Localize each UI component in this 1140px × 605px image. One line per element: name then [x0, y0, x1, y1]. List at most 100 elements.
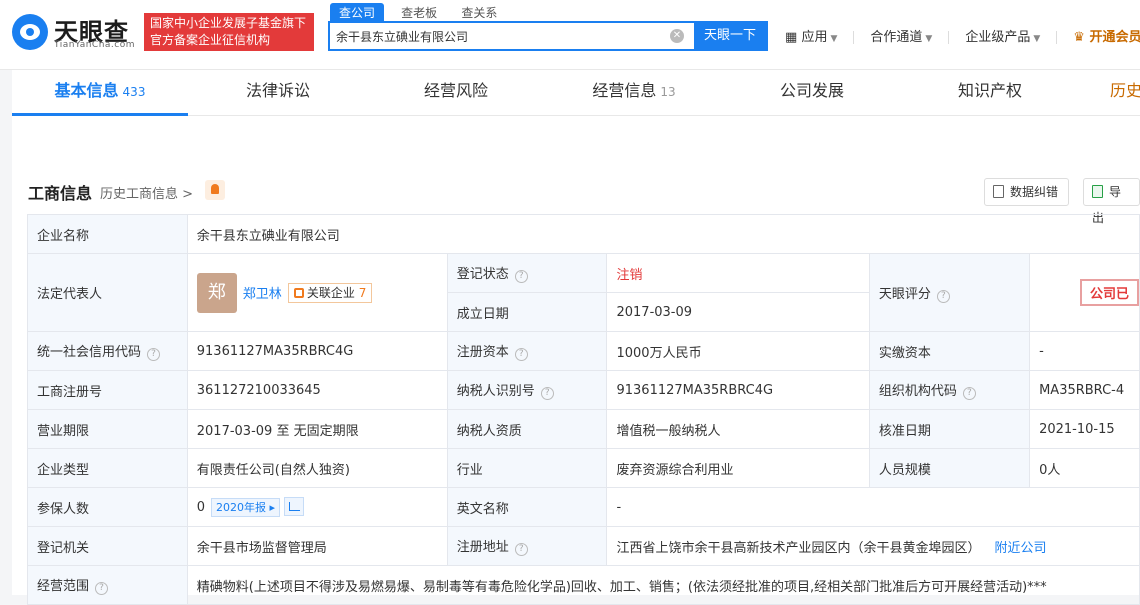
taxpayer-qual-label: 纳税人资质 — [446, 409, 608, 449]
top-header: 天眼查 TianYanCha.com 国家中小企业发展子基金旗下 官方备案企业征… — [0, 0, 1140, 70]
company-icon — [293, 287, 304, 298]
table-row: 法定代表人 郑郑卫林 关联企业 7 登记状态? 注销 天眼评分? 公司已 — [27, 253, 1140, 332]
nav-enterprise[interactable]: 企业级产品 ▼ — [965, 26, 1040, 45]
address-label-text: 注册地址 — [456, 540, 509, 555]
nav-divider — [1056, 31, 1058, 44]
scope-value: 精碘物料(上述项目不得涉及易燃易爆、易制毒等有毒危险化学品)回收、加工、销售；(… — [186, 565, 1140, 605]
table-row: 参保人数 0 2020年报 ▸ 英文名称 - — [27, 487, 1140, 527]
insured-label: 参保人数 — [27, 487, 188, 527]
history-info-link[interactable]: 历史工商信息 > — [100, 183, 193, 202]
nav-vip[interactable]: ♛ 开通会员▼ — [1073, 26, 1140, 45]
annual-report-label: 2020年报 — [216, 501, 267, 514]
reg-status-label: 登记状态? — [446, 253, 608, 293]
english-name-value: - — [606, 487, 1140, 527]
legal-rep-cell: 郑郑卫林 关联企业 7 — [186, 253, 448, 332]
nearby-companies-link[interactable]: 附近公司 — [995, 541, 1047, 556]
gov-badge-line1: 国家中小企业发展子基金旗下 — [150, 16, 307, 30]
search-button[interactable]: 天眼一下 — [694, 23, 766, 49]
type-label: 企业类型 — [27, 448, 188, 488]
tab-development[interactable]: 公司发展 — [724, 70, 900, 116]
chevron-down-icon: ▼ — [1033, 34, 1041, 44]
score-value: 公司已 — [1029, 253, 1140, 332]
org-code-value: MA35RBRC-4 — [1029, 370, 1140, 410]
logo[interactable]: 天眼查 TianYanCha.com — [12, 12, 137, 52]
taxpayer-id-value: 91361127MA35RBRC4G — [606, 370, 870, 410]
document-icon — [993, 185, 1004, 198]
data-correct-button[interactable]: 数据纠错 — [984, 178, 1070, 206]
table-row: 工商注册号 361127210033645 纳税人识别号? 91361127MA… — [27, 370, 1140, 410]
help-icon[interactable]: ? — [514, 348, 528, 361]
approval-date-value: 2021-10-15 — [1029, 409, 1140, 449]
help-icon[interactable]: ? — [936, 289, 950, 303]
search-input[interactable] — [336, 23, 666, 49]
caret-right-icon: ▸ — [269, 501, 276, 514]
staff-value: 0人 — [1029, 448, 1140, 488]
data-correct-label: 数据纠错 — [1010, 185, 1059, 199]
bell-icon[interactable] — [205, 180, 225, 200]
company-tabs: 基本信息 433 法律诉讼 经营风险 经营信息 13 公司发展 知识产权 历史 — [12, 70, 1140, 116]
approval-date-label: 核准日期 — [868, 409, 1031, 449]
authority-label: 登记机关 — [27, 526, 188, 566]
trend-chart-icon[interactable] — [284, 497, 305, 516]
tab-count: 13 — [660, 85, 676, 99]
company-name-label: 企业名称 — [27, 214, 188, 254]
help-icon[interactable]: ? — [540, 387, 554, 400]
business-info-panel: 工商信息 历史工商信息 > 数据纠错 导出 企业名称 余干县东立碘业有限公司 法… — [12, 116, 1140, 605]
avatar[interactable]: 郑 — [196, 272, 237, 313]
table-row: 营业期限 2017-03-09 至 无固定期限 纳税人资质 增值税一般纳税人 核… — [27, 409, 1140, 449]
tab-risk[interactable]: 经营风险 — [368, 70, 544, 116]
tab-legal[interactable]: 法律诉讼 — [188, 70, 368, 116]
tab-label: 公司发展 — [779, 81, 844, 100]
search-tab-company[interactable]: 查公司 — [330, 3, 385, 22]
clear-icon[interactable]: ✕ — [670, 29, 684, 43]
help-icon[interactable]: ? — [962, 387, 976, 400]
section-title: 工商信息 — [28, 184, 93, 203]
nav-enterprise-label: 企业级产品 — [965, 30, 1031, 45]
reg-status-value: 注销 — [606, 253, 870, 293]
tab-basic-info[interactable]: 基本信息 433 — [12, 70, 188, 116]
logo-eye-icon — [12, 14, 48, 50]
nav-apps[interactable]: ▦ 应用 ▼ — [785, 26, 837, 45]
nav-partners[interactable]: 合作通道 ▼ — [870, 26, 932, 45]
business-info-table: 企业名称 余干县东立碘业有限公司 法定代表人 郑郑卫林 关联企业 7 登记状态?… — [27, 214, 1140, 605]
search-tab-relation[interactable]: 查关系 — [454, 3, 504, 22]
insured-cell: 0 2020年报 ▸ — [186, 487, 448, 527]
term-label: 营业期限 — [27, 409, 188, 449]
related-companies-tag[interactable]: 关联企业 7 — [287, 282, 373, 303]
reg-no-value: 361127210033645 — [186, 370, 448, 410]
score-label-text: 天眼评分 — [878, 286, 931, 302]
top-nav: ▦ 应用▼ 合作通道▼ 企业级产品▼ ♛ 开通会员▼ — [785, 26, 1140, 45]
search-box: ✕ 天眼一下 — [328, 21, 768, 51]
search-tab-boss[interactable]: 查老板 — [394, 3, 444, 22]
annual-report-dropdown[interactable]: 2020年报 ▸ — [211, 498, 281, 517]
nav-divider — [853, 31, 855, 44]
term-value: 2017-03-09 至 无固定期限 — [186, 409, 448, 449]
org-code-label: 组织机构代码? — [868, 370, 1031, 410]
help-icon[interactable]: ? — [147, 348, 161, 361]
scope-label: 经营范围? — [27, 565, 188, 605]
export-button[interactable]: 导出 — [1083, 178, 1140, 225]
help-icon[interactable]: ? — [95, 582, 109, 595]
address-value: 江西省上饶市余干县高新技术产业园区内（余干县黄金埠园区） — [616, 540, 981, 556]
gov-badge-line2: 官方备案企业征信机构 — [150, 33, 271, 47]
credit-code-value: 91361127MA35RBRC4G — [186, 331, 448, 371]
tab-label: 知识产权 — [957, 81, 1022, 100]
address-cell: 江西省上饶市余干县高新技术产业园区内（余干县黄金埠园区） 附近公司 — [606, 526, 1140, 566]
tab-operation[interactable]: 经营信息 13 — [544, 70, 724, 116]
tab-label: 历史 — [1110, 81, 1140, 100]
insured-value: 0 — [196, 500, 206, 515]
founded-value: 2017-03-09 — [606, 292, 870, 332]
table-row: 登记机关 余干县市场监督管理局 注册地址? 江西省上饶市余干县高新技术产业园区内… — [27, 526, 1140, 566]
tab-ip[interactable]: 知识产权 — [900, 70, 1080, 116]
tab-history[interactable]: 历史 — [1110, 70, 1140, 116]
company-name-value: 余干县东立碘业有限公司 — [186, 214, 1140, 254]
legal-rep-name[interactable]: 郑卫林 — [243, 287, 282, 302]
address-label: 注册地址? — [446, 526, 608, 566]
help-icon[interactable]: ? — [514, 543, 528, 556]
help-icon[interactable]: ? — [514, 270, 528, 283]
score-label: 天眼评分? — [868, 253, 1031, 332]
search-type-tabs: 查公司 查老板 查关系 — [330, 3, 510, 22]
related-label: 关联企业 — [306, 285, 355, 300]
table-row: 统一社会信用代码? 91361127MA35RBRC4G 注册资本? 1000万… — [27, 331, 1140, 371]
excel-icon — [1092, 185, 1103, 198]
